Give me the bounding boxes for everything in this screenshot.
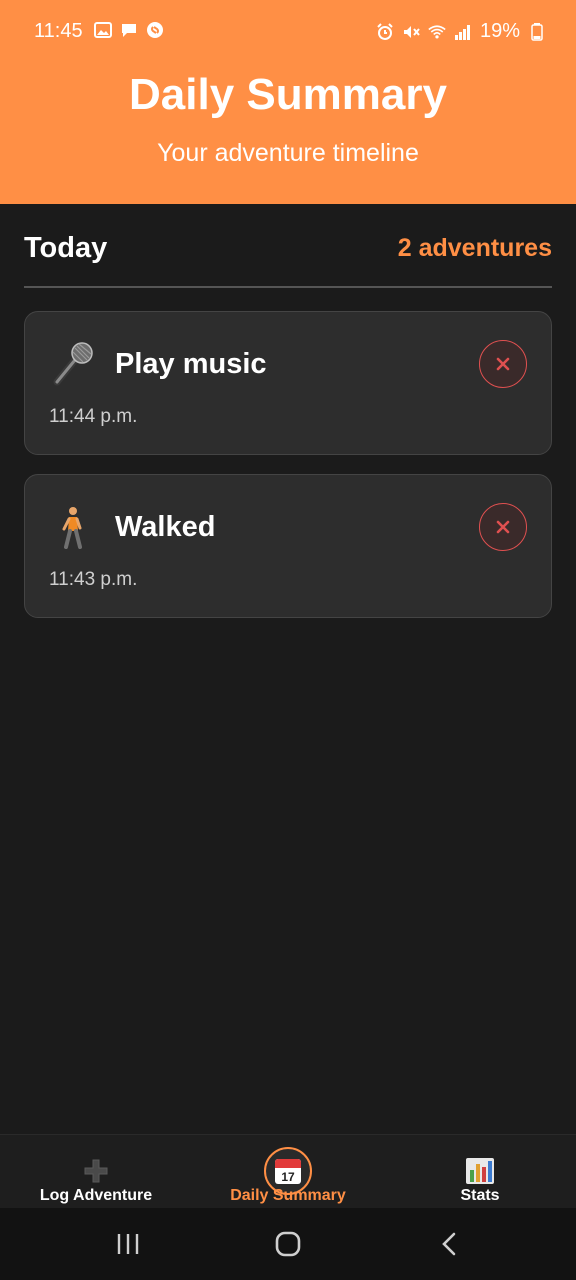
battery-icon (528, 22, 546, 41)
bottom-tab-bar: Log Adventure 17 Daily Summary Stats (0, 1134, 576, 1208)
tab-label: Daily Summary (230, 1187, 346, 1204)
status-bar: 11:45 19% (0, 0, 576, 64)
home-button[interactable] (268, 1226, 308, 1262)
alarm-icon (376, 22, 394, 41)
signal-icon (454, 23, 472, 41)
microphone-icon (49, 340, 97, 388)
delete-adventure-button[interactable] (479, 340, 527, 388)
system-navigation-bar (0, 1208, 576, 1280)
recent-apps-button[interactable] (108, 1226, 148, 1262)
adventure-title: Play music (115, 348, 267, 380)
tab-log-adventure[interactable]: Log Adventure (0, 1135, 192, 1209)
shazam-icon (146, 21, 164, 39)
adventure-title: Walked (115, 511, 216, 543)
delete-adventure-button[interactable] (479, 503, 527, 551)
page-subtitle: Your adventure timeline (157, 139, 419, 167)
walking-person-icon (49, 503, 97, 551)
tab-label: Stats (460, 1187, 500, 1204)
tab-label: Log Adventure (39, 1187, 153, 1204)
section-header: Today 2 adventures (24, 232, 552, 288)
wifi-icon (428, 23, 446, 41)
back-icon (442, 1232, 456, 1256)
close-icon (496, 520, 510, 534)
mute-icon (402, 23, 420, 41)
page-title: Daily Summary (129, 70, 447, 119)
adventure-time: 11:43 p.m. (49, 569, 138, 590)
home-icon (275, 1231, 301, 1257)
tab-stats[interactable]: Stats (384, 1135, 576, 1209)
gallery-icon (94, 21, 112, 39)
calendar-day: 17 (281, 1170, 295, 1184)
section-title: Today (24, 232, 108, 264)
adventure-card: Play music 11:44 p.m. (24, 311, 552, 455)
status-time: 11:45 (34, 20, 83, 42)
recent-apps-icon (117, 1234, 139, 1254)
adventure-count: 2 adventures (397, 234, 552, 262)
app-header: 11:45 19% Daily Summary Your adventure t… (0, 0, 576, 204)
close-icon (496, 357, 510, 371)
adventure-time: 11:44 p.m. (49, 406, 138, 427)
back-button[interactable] (430, 1226, 470, 1262)
adventure-card: Walked 11:43 p.m. (24, 474, 552, 618)
battery-percent: 19% (479, 20, 520, 42)
chat-icon (120, 21, 138, 39)
tab-daily-summary[interactable]: 17 Daily Summary (192, 1135, 384, 1209)
